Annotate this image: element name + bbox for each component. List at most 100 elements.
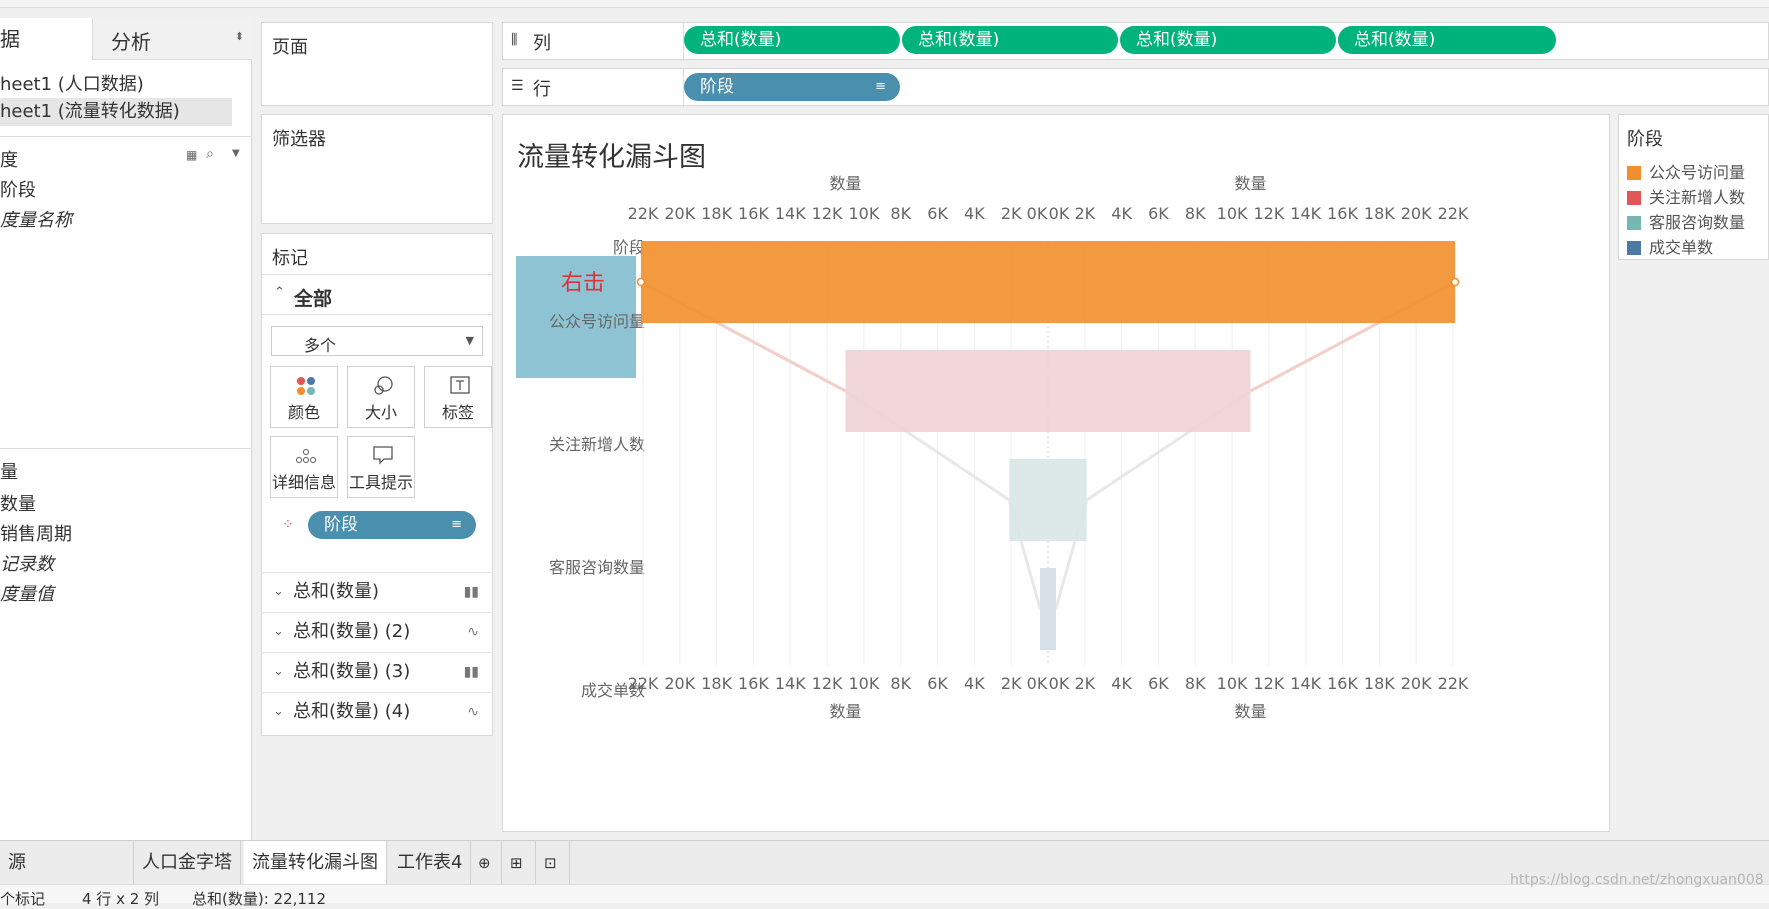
chevron-down-icon: ⌄ bbox=[273, 624, 284, 639]
grid-view-icon[interactable]: ▦ bbox=[186, 148, 197, 162]
legend-swatch bbox=[1627, 216, 1641, 230]
rows-icon: ☰ bbox=[511, 78, 524, 94]
color-button[interactable]: 颜色 bbox=[270, 366, 338, 428]
x-tick-label-top: 18K bbox=[1364, 204, 1395, 223]
chevron-down-icon: ▼ bbox=[465, 334, 474, 347]
status-sum: 总和(数量): 22,112 bbox=[192, 890, 327, 908]
x-tick-label-top: 8K bbox=[1185, 204, 1206, 223]
x-tick-label-bottom: 6K bbox=[1148, 674, 1169, 693]
x-tick-label-top: 20K bbox=[1401, 204, 1432, 223]
x-tick-label-top: 10K bbox=[848, 204, 879, 223]
label-label: 标签 bbox=[441, 403, 474, 422]
x-tick-label-top: 20K bbox=[664, 204, 695, 223]
legend-item[interactable]: 客服咨询数量 bbox=[1627, 209, 1745, 233]
divider bbox=[262, 314, 492, 315]
sum-row-label: 总和(数量) (3) bbox=[293, 661, 411, 682]
chevron-down-icon: ⌄ bbox=[273, 704, 284, 719]
column-pill[interactable]: 总和(数量) bbox=[1120, 26, 1336, 54]
marks-all-label[interactable]: 全部 bbox=[294, 284, 332, 311]
dimension-item[interactable]: 度量名称 bbox=[0, 206, 72, 232]
columns-icon: ⫼ bbox=[511, 32, 518, 48]
column-pill[interactable]: 总和(数量) bbox=[1338, 26, 1556, 54]
search-icon[interactable]: ⌕ bbox=[206, 146, 214, 162]
measure-item[interactable]: 记录数 bbox=[0, 550, 54, 576]
new-sheet-icon[interactable]: ⊕ bbox=[470, 841, 502, 885]
tab-data[interactable]: 据 bbox=[0, 18, 92, 60]
marks-sum-row[interactable]: ⌄ 总和(数量) (2) ∿ bbox=[261, 612, 491, 650]
x-tick-label-top: 0K bbox=[1027, 204, 1048, 223]
tab-sheet[interactable]: 工作表4 bbox=[389, 841, 472, 885]
collapse-icon[interactable]: ⌃ bbox=[274, 285, 285, 300]
legend-item[interactable]: 关注新增人数 bbox=[1627, 184, 1745, 208]
legend-swatch bbox=[1627, 191, 1641, 205]
x-tick-label-top: 10K bbox=[1217, 204, 1248, 223]
x-tick-label-bottom: 12K bbox=[812, 674, 843, 693]
filters-shelf[interactable]: 筛选器 bbox=[261, 114, 493, 224]
measure-item[interactable]: 度量值 bbox=[0, 580, 54, 606]
column-pill[interactable]: 总和(数量) bbox=[684, 26, 900, 54]
new-story-icon[interactable]: ⊡ bbox=[536, 841, 570, 885]
x-tick-label-top: 22K bbox=[628, 204, 659, 223]
x-tick-label-bottom: 20K bbox=[1401, 674, 1432, 693]
measure-item[interactable]: 数量 bbox=[0, 490, 36, 516]
tooltip-button[interactable]: 工具提示 bbox=[347, 436, 415, 498]
sort-icon: ⬍ bbox=[234, 30, 244, 43]
data-point bbox=[636, 277, 646, 287]
divider bbox=[0, 136, 252, 137]
color-legend: 阶段 公众号访问量 关注新增人数 客服咨询数量 成交单数 bbox=[1618, 114, 1769, 260]
x-tick-label-bottom: 4K bbox=[1111, 674, 1132, 693]
x-tick-label-bottom: 2K bbox=[1074, 674, 1095, 693]
marks-sum-row[interactable]: ⌄ 总和(数量) (4) ∿ bbox=[261, 692, 491, 730]
funnel-chart: 22K 22K 20K 20K 18K 18K 16K 16K 14K 14K 12K 12K 10K 1… bbox=[628, 174, 1469, 721]
row-pill[interactable]: 阶段 ≡ bbox=[684, 73, 900, 101]
new-dashboard-icon[interactable]: ⊞ bbox=[502, 841, 536, 885]
bar bbox=[845, 350, 1251, 432]
series-line-right bbox=[1054, 280, 1456, 610]
x-tick-label-bottom: 8K bbox=[1185, 674, 1206, 693]
x-tick-label-bottom: 14K bbox=[1290, 674, 1321, 693]
datasource-item-selected[interactable]: heet1 (流量转化数据) bbox=[0, 98, 232, 126]
legend-item[interactable]: 成交单数 bbox=[1627, 234, 1713, 258]
pages-shelf[interactable]: 页面 bbox=[261, 22, 493, 106]
color-icon bbox=[297, 377, 315, 395]
status-dimensions: 4 行 x 2 列 bbox=[82, 890, 160, 908]
legend-label: 客服咨询数量 bbox=[1649, 213, 1746, 232]
sort-asc-icon: ≡ bbox=[875, 79, 886, 94]
sum-row-label: 总和(数量) (4) bbox=[293, 701, 411, 722]
column-pill[interactable]: 总和(数量) bbox=[902, 26, 1118, 54]
size-button[interactable]: 大小 bbox=[347, 366, 415, 428]
label-button[interactable]: 标签 bbox=[424, 366, 492, 428]
legend-label: 关注新增人数 bbox=[1649, 188, 1746, 207]
legend-item[interactable]: 公众号访问量 bbox=[1627, 159, 1745, 183]
tab-analysis[interactable]: 分析 ⬍ bbox=[92, 18, 252, 60]
tab-sheet-active[interactable]: 流量转化漏斗图 bbox=[244, 841, 387, 885]
size-label: 大小 bbox=[364, 403, 397, 422]
detail-button[interactable]: 详细信息 bbox=[270, 436, 338, 498]
x-tick-label-top: 2K bbox=[1074, 204, 1095, 223]
x-tick-label-bottom: 10K bbox=[848, 674, 879, 693]
status-marks: 个标记 bbox=[0, 890, 46, 908]
sheet-tab-bar: 源 人口金字塔 流量转化漏斗图 工作表4 ⊕ ⊞ ⊡ bbox=[0, 840, 1769, 885]
tab-sheet[interactable]: 人口金字塔 bbox=[134, 841, 241, 885]
measure-item[interactable]: 销售周期 bbox=[0, 520, 72, 546]
watermark: https://blog.csdn.net/zhongxuan008 bbox=[1510, 872, 1764, 888]
tab-data-source[interactable]: 源 bbox=[0, 841, 134, 885]
x-axis-title: 数量 bbox=[829, 702, 861, 721]
filters-title: 筛选器 bbox=[272, 129, 326, 150]
marks-sum-row[interactable]: ⌄ 总和(数量) (3) ▮▮ bbox=[261, 652, 491, 690]
dimension-item[interactable]: 阶段 bbox=[0, 176, 36, 202]
series-line-left bbox=[640, 280, 1042, 610]
mark-type-select[interactable]: 多个 ▼ bbox=[271, 326, 483, 356]
detail-icon bbox=[296, 449, 316, 463]
datasource-item[interactable]: heet1 (人口数据) bbox=[0, 70, 144, 96]
sum-row-label: 总和(数量) bbox=[293, 581, 380, 602]
x-tick-label-top: 22K bbox=[1438, 204, 1469, 223]
measures-header: 量 bbox=[0, 462, 18, 483]
x-axis-title: 数量 bbox=[1234, 174, 1266, 193]
color-pill-label: 阶段 bbox=[324, 515, 358, 535]
dropdown-icon[interactable]: ▼ bbox=[232, 148, 240, 159]
color-pill[interactable]: 阶段 ≡ bbox=[308, 511, 476, 539]
line-mark-icon: ∿ bbox=[467, 624, 479, 640]
marks-sum-row[interactable]: ⌄ 总和(数量) ▮▮ bbox=[261, 572, 491, 610]
bar bbox=[1009, 459, 1087, 541]
